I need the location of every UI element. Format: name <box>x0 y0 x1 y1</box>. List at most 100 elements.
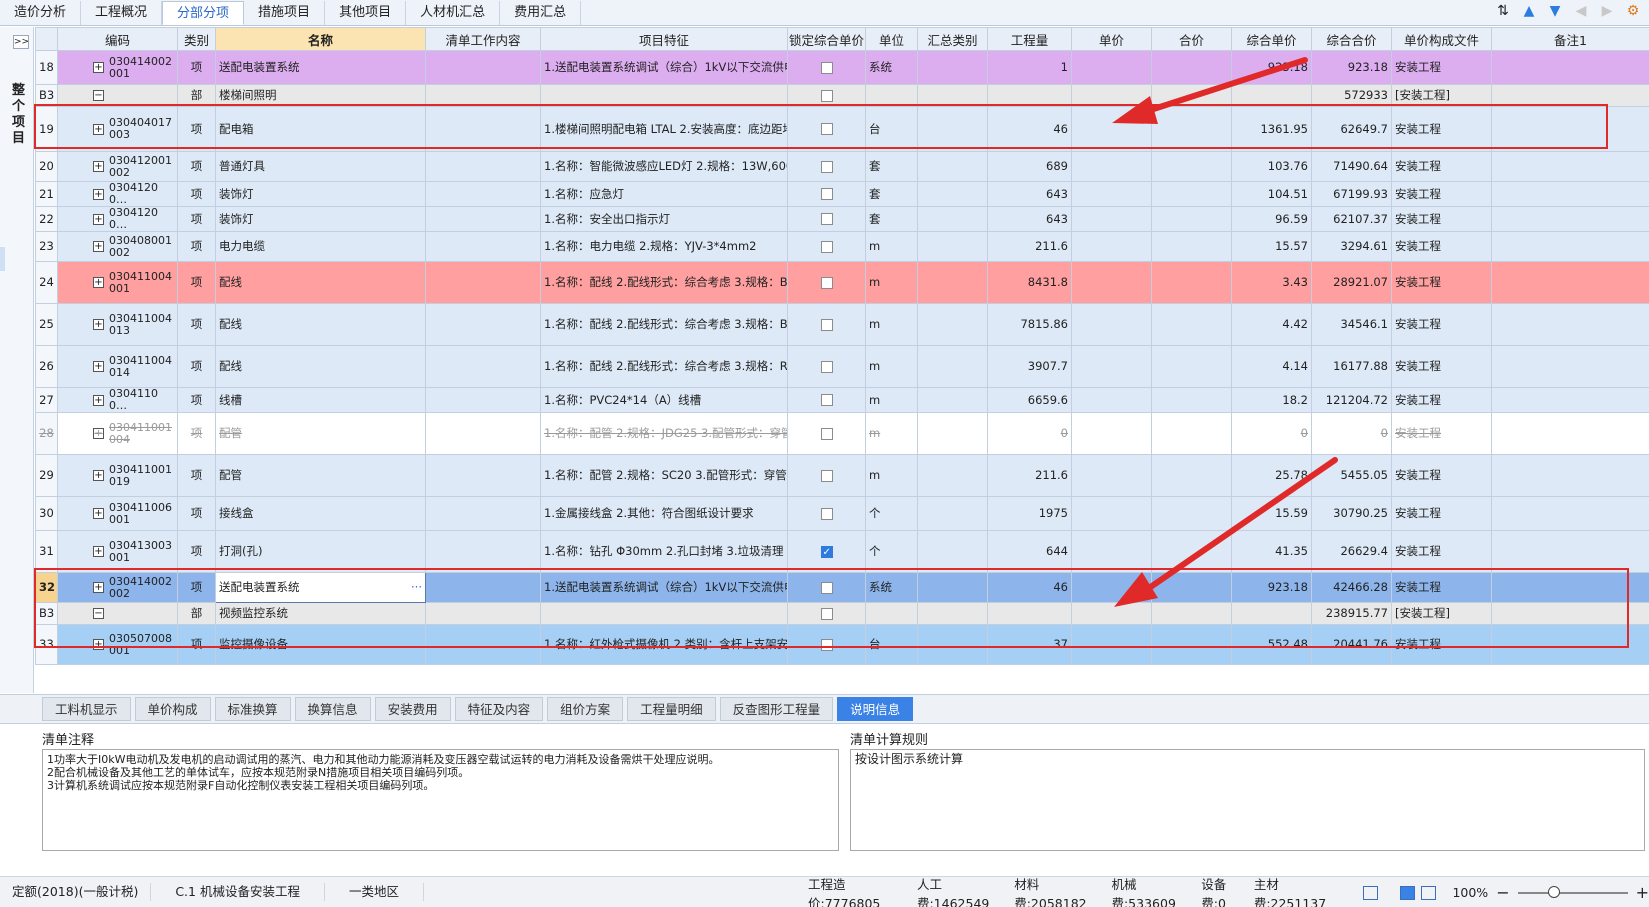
table-row[interactable]: B3 − 部楼梯间照明 572933 [安装工程] <box>35 84 1649 107</box>
column-header-10[interactable]: 合价 <box>1151 27 1232 51</box>
expand-icon[interactable]: + <box>93 428 104 439</box>
code-cell[interactable]: +030413003001 <box>57 530 178 573</box>
lock-price-cell[interactable] <box>787 412 866 455</box>
name-cell[interactable]: 送配电装置系统 <box>215 50 426 85</box>
name-cell[interactable]: 电力电缆 <box>215 231 426 262</box>
code-cell[interactable]: +030411004014 <box>57 345 178 388</box>
table-row[interactable]: 28 +030411001004 项配管 1.名称：配管 2.规格：JDG25 3.配… <box>35 412 1649 455</box>
collapse-icon[interactable]: − <box>93 608 104 619</box>
code-cell[interactable]: +030414002002 <box>57 572 178 603</box>
view-split-icon[interactable] <box>1400 885 1416 900</box>
table-row[interactable]: 30 +030411006001 项接线盒 1.金属接线盒 2.其他：符合图纸设计要求… <box>35 496 1649 531</box>
code-cell[interactable]: +030414002001 <box>57 50 178 85</box>
table-row[interactable]: 22 +03041200… 项装饰灯 1.名称：安全出口指示灯套 643 96.59 621… <box>35 206 1649 232</box>
lock-price-checkbox[interactable] <box>820 507 833 520</box>
column-header-14[interactable]: 备注1 <box>1491 27 1649 51</box>
move-up-icon[interactable]: ▲ <box>1521 3 1537 19</box>
code-cell[interactable]: +03041100… <box>57 387 178 413</box>
column-header-5[interactable]: 锁定综合单价 <box>787 27 866 51</box>
column-header-3[interactable]: 清单工作内容 <box>425 27 541 51</box>
name-cell[interactable]: 配线 <box>215 261 426 304</box>
expand-icon[interactable]: + <box>93 470 104 481</box>
column-header-0[interactable]: 编码 <box>57 27 178 51</box>
code-cell[interactable]: +030412001002 <box>57 151 178 182</box>
lock-price-checkbox[interactable] <box>820 61 833 74</box>
top-tab-3[interactable]: 措施项目 <box>244 1 326 25</box>
expand-icon[interactable]: + <box>93 213 104 225</box>
lock-price-cell[interactable] <box>787 303 866 346</box>
lock-price-cell[interactable] <box>787 151 866 182</box>
table-row[interactable]: 24 +030411004001 项配线 1.名称：配线 2.配线形式：综合考虑 3.… <box>35 261 1649 304</box>
name-cell[interactable]: 配电箱 <box>215 106 426 152</box>
name-cell[interactable]: 配线 <box>215 303 426 346</box>
table-row[interactable]: 23 +030408001002 项电力电缆 1.名称：电力电缆 2.规格：YJV-3… <box>35 231 1649 262</box>
lock-price-cell[interactable] <box>787 345 866 388</box>
expand-icon[interactable]: + <box>93 161 104 172</box>
lock-price-checkbox[interactable] <box>820 360 833 373</box>
zoom-slider[interactable] <box>1517 885 1628 898</box>
name-cell[interactable]: 视频监控系统 <box>215 602 426 625</box>
lock-price-checkbox[interactable] <box>820 123 833 135</box>
top-tab-5[interactable]: 人材机汇总 <box>406 1 501 25</box>
name-cell[interactable]: 装饰灯 <box>215 206 426 232</box>
code-cell[interactable]: +030411001004 <box>57 412 178 455</box>
bottom-tab-4[interactable]: 安装费用 <box>374 697 451 721</box>
column-header-9[interactable]: 单价 <box>1071 27 1152 51</box>
lock-price-cell[interactable] <box>787 496 866 531</box>
code-cell[interactable]: +030411001019 <box>57 454 178 497</box>
move-down-icon[interactable]: ▼ <box>1547 3 1563 19</box>
lock-price-checkbox[interactable] <box>820 276 833 289</box>
expand-icon[interactable]: + <box>93 639 104 650</box>
bottom-tab-6[interactable]: 组价方案 <box>547 697 624 721</box>
code-cell[interactable]: +03041200… <box>57 206 178 232</box>
table-row[interactable]: 20 +030412001002 项普通灯具 1.名称：智能微波感应LED灯 2.规格… <box>35 151 1649 182</box>
name-cell[interactable]: 监控摄像设备 <box>215 624 426 665</box>
bottom-tab-8[interactable]: 反查图形工程量 <box>719 697 834 721</box>
zoom-slider-thumb[interactable] <box>1547 885 1560 898</box>
bottom-tab-7[interactable]: 工程量明细 <box>627 697 716 721</box>
expand-icon[interactable]: + <box>93 277 104 288</box>
name-cell[interactable]: 接线盒 <box>215 496 426 531</box>
lock-price-cell[interactable] <box>787 181 866 207</box>
move-left-icon[interactable]: ◀ <box>1573 3 1589 19</box>
expand-icon[interactable]: + <box>93 361 104 372</box>
view-normal-icon[interactable] <box>1363 885 1379 900</box>
code-cell[interactable]: +030507008001 <box>57 624 178 665</box>
code-cell[interactable]: − <box>57 84 178 107</box>
code-cell[interactable]: +03041200… <box>57 181 178 207</box>
lock-price-checkbox[interactable] <box>820 638 833 651</box>
expand-icon[interactable]: + <box>93 241 104 252</box>
column-header-13[interactable]: 单价构成文件 <box>1391 27 1492 51</box>
table-row[interactable]: 27 +03041100… 项线槽 1.名称：PVC24*14（A）线槽 m 6659.6… <box>35 387 1649 413</box>
table-row[interactable]: 21 +03041200… 项装饰灯 1.名称：应急灯套 643 104.51 67199.… <box>35 181 1649 207</box>
top-tab-2[interactable]: 分部分项 <box>162 1 245 25</box>
lock-price-cell[interactable] <box>787 454 866 497</box>
table-row[interactable]: 18 +030414002001 项送配电装置系统 1.送配电装置系统调试（综合）1k… <box>35 50 1649 85</box>
bottom-tab-1[interactable]: 单价构成 <box>134 697 211 721</box>
column-header-11[interactable]: 综合单价 <box>1231 27 1312 51</box>
lock-price-checkbox[interactable] <box>820 318 833 331</box>
lock-price-cell[interactable] <box>787 231 866 262</box>
zoom-in-icon[interactable]: + <box>1636 883 1649 902</box>
name-cell[interactable]: 线槽 <box>215 387 426 413</box>
code-cell[interactable]: +030408001002 <box>57 231 178 262</box>
table-row[interactable]: 19 +030404017003 项配电箱 1.楼梯间照明配电箱 LTAL 2.安装高… <box>35 106 1649 152</box>
list-notes-box[interactable]: 1功率大于I0kW电动机及发电机的启动调试用的蒸汽、电力和其他动力能源消耗及变压… <box>42 749 839 851</box>
lock-price-checkbox[interactable] <box>820 469 833 482</box>
top-tab-1[interactable]: 工程概况 <box>81 1 163 25</box>
expand-icon[interactable]: + <box>93 62 104 73</box>
expand-icon[interactable]: + <box>93 188 104 200</box>
name-cell[interactable]: 配线 <box>215 345 426 388</box>
table-row[interactable]: 25 +030411004013 项配线 1.名称：配线 2.配线形式：综合考虑 3.… <box>35 303 1649 346</box>
lock-price-checkbox[interactable] <box>820 188 833 200</box>
name-cell[interactable]: 配管 <box>215 412 426 455</box>
lock-price-checkbox[interactable] <box>820 89 833 102</box>
bottom-tab-5[interactable]: 特征及内容 <box>454 697 544 721</box>
lock-price-checkbox[interactable] <box>820 607 833 620</box>
column-header-12[interactable]: 综合合价 <box>1311 27 1392 51</box>
whole-project-label[interactable]: 整个项目 <box>12 83 28 147</box>
lock-price-cell[interactable] <box>787 50 866 85</box>
code-cell[interactable]: +030411004013 <box>57 303 178 346</box>
table-row[interactable]: 33 +030507008001 项监控摄像设备 1.名称：红外枪式摄像机 2.类别：… <box>35 624 1649 665</box>
bottom-tab-2[interactable]: 标准换算 <box>214 697 291 721</box>
